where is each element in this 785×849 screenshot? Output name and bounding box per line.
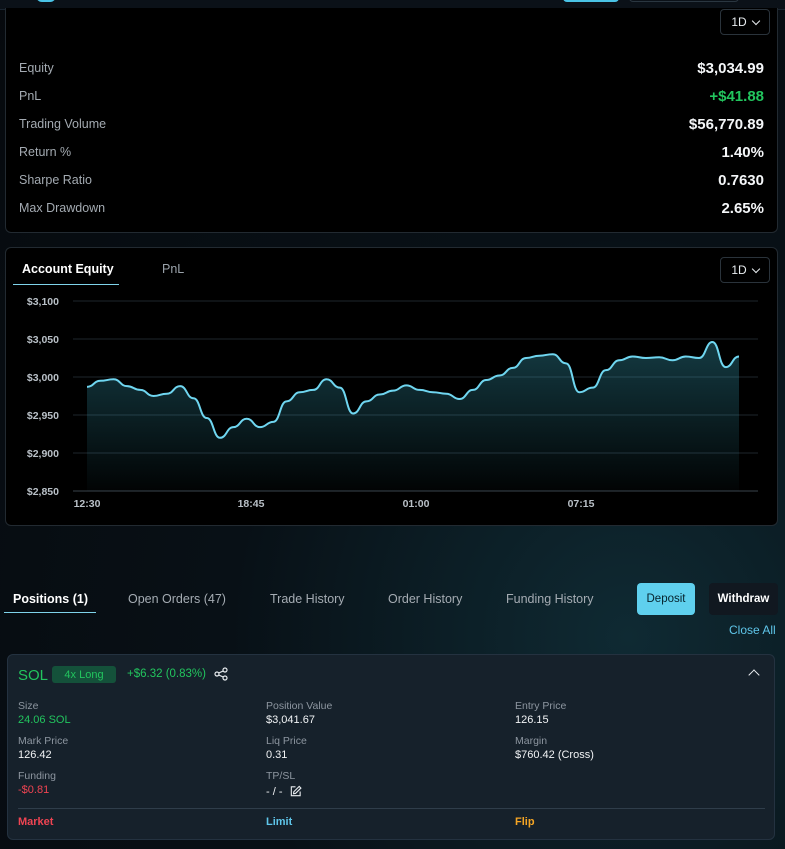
field-entry-price: Entry Price 126.15 [515,700,566,726]
field-value: 24.06 SOL [18,714,71,726]
field-label: Entry Price [515,700,567,712]
y-tick-label: $3,000 [27,372,59,384]
field-value: 126.42 [18,749,52,761]
account-button[interactable] [629,0,739,2]
field-value: 0.31 [266,749,288,761]
tpsl-value: - / - [266,785,283,798]
withdraw-button[interactable]: Withdraw [709,583,778,615]
stat-value: 1.40% [721,143,764,161]
share-icon[interactable] [214,667,228,681]
market-close-button[interactable]: Market [18,816,53,828]
field-funding: Funding -$0.81 [18,770,56,796]
field-label: Size [18,700,39,712]
stat-row-equity: Equity $3,034.99 [19,58,764,78]
stat-row-sharpe-ratio: Sharpe Ratio 0.7630 [19,170,764,190]
field-label: Funding [18,770,56,782]
field-label: Margin [515,735,548,747]
equity-area-fill [87,342,739,491]
x-tick-label: 12:30 [74,498,101,510]
app-logo[interactable] [36,0,56,2]
field-mark-price: Mark Price 126.42 [18,735,68,761]
stat-row-max-drawdown: Max Drawdown 2.65% [19,198,764,218]
tab-funding-history[interactable]: Funding History [506,592,594,606]
field-value: $3,041.67 [266,714,315,726]
edit-icon[interactable] [289,785,302,798]
y-tick-label: $2,900 [27,448,59,460]
deposit-button[interactable]: Deposit [637,583,695,615]
stat-label: Trading Volume [19,117,107,131]
tab-positions[interactable]: Positions (1) [13,592,88,606]
divider [18,808,765,809]
tpsl-row: - / - [266,785,302,798]
y-tick-label: $3,100 [27,296,59,308]
chevron-down-icon [751,16,760,25]
stat-value: +$41.88 [709,87,764,105]
y-tick-label: $2,850 [27,486,59,498]
field-label: Position Value [266,700,333,712]
position-symbol[interactable]: SOL [18,667,48,684]
tab-open-orders[interactable]: Open Orders (47) [128,592,226,606]
tab-order-history[interactable]: Order History [388,592,462,606]
field-label: Liq Price [266,735,307,747]
stats-timeframe-dropdown[interactable]: 1D [720,9,770,35]
limit-close-button[interactable]: Limit [266,816,292,828]
field-tpsl: TP/SL - / - [266,770,302,798]
field-size: Size 24.06 SOL [18,700,71,726]
stats-timeframe-value: 1D [731,15,747,29]
flip-position-button[interactable]: Flip [515,816,535,828]
stat-label: PnL [19,89,42,103]
equity-area-chart: $3,100 $3,050 $3,000 $2,950 $2,900 $2,850 12:3… [27,296,758,510]
stat-label: Max Drawdown [19,201,106,215]
stat-row-return: Return % 1.40% [19,142,764,162]
field-value: 126.15 [515,714,549,726]
stat-value: $56,770.89 [688,115,764,133]
field-label: Mark Price [18,735,69,747]
position-card: SOL 4x Long +$6.32 (0.83%) Size 24.06 SO… [7,654,775,840]
leverage-badge: 4x Long [52,666,116,683]
active-tab-indicator [4,612,96,613]
stat-value: $3,034.99 [697,59,764,77]
close-all-link[interactable]: Close All [729,623,776,637]
x-tick-label: 18:45 [238,498,265,510]
field-position-value: Position Value $3,041.67 [266,700,332,726]
position-pnl: +$6.32 (0.83%) [127,668,206,680]
stat-value: 0.7630 [718,171,764,189]
field-margin: Margin $760.42 (Cross) [515,735,594,761]
stat-row-pnl: PnL +$41.88 [19,86,764,106]
y-tick-label: $2,950 [27,410,59,422]
chevron-up-icon[interactable] [748,669,760,681]
stat-label: Sharpe Ratio [19,173,92,187]
x-tick-label: 07:15 [568,498,595,510]
field-value: -$0.81 [18,784,50,796]
tab-trade-history[interactable]: Trade History [270,592,345,606]
x-tick-label: 01:00 [403,498,430,510]
field-liq-price: Liq Price 0.31 [266,735,307,761]
stat-value: 2.65% [721,199,764,217]
connect-button[interactable] [563,0,619,2]
equity-chart-card: Account Equity PnL 1D $3,100 $3,050 $3,000… [5,247,778,526]
stat-row-trading-volume: Trading Volume $56,770.89 [19,114,764,134]
positions-tab-bar: Positions (1) Open Orders (47) Trade His… [0,580,785,620]
account-stats-card: 1D Equity $3,034.99 PnL +$41.88 Trading … [5,8,778,233]
y-tick-label: $3,050 [27,334,59,346]
field-value: $760.42 (Cross) [515,749,594,761]
stat-label: Return % [19,145,72,159]
field-label: TP/SL [266,770,296,782]
stat-label: Equity [19,61,54,75]
